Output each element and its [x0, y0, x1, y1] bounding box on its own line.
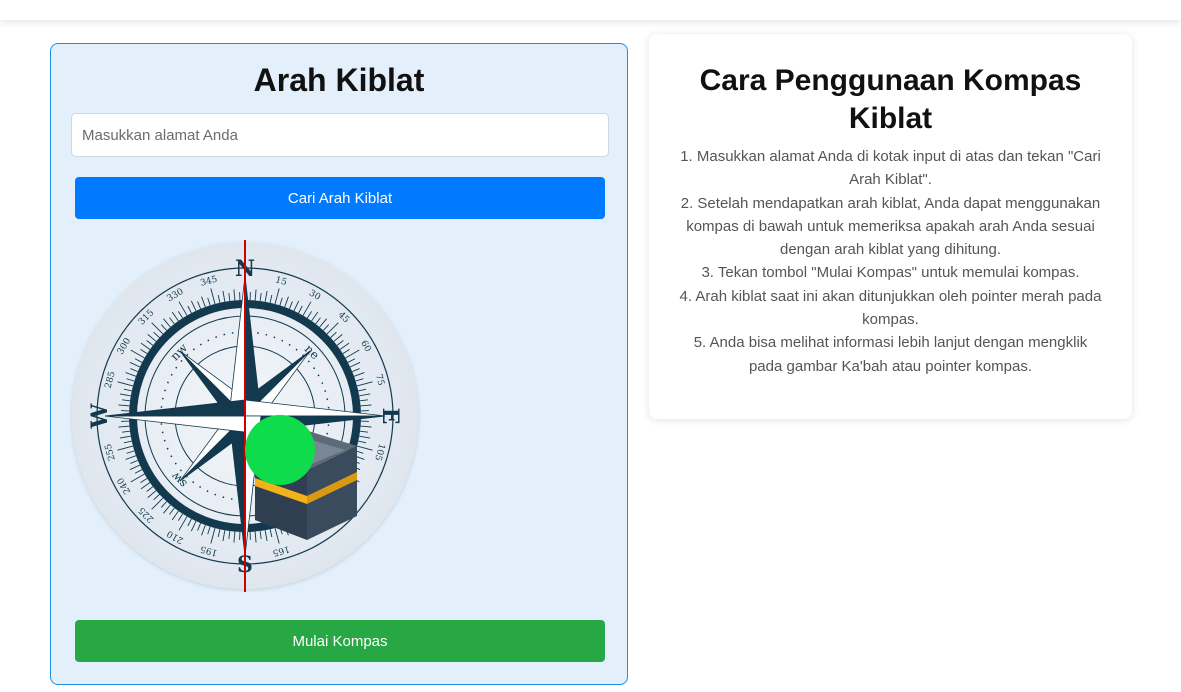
qibla-title: Arah Kiblat	[253, 62, 425, 98]
compass-svg: 1530456075105165195210225240255285300315…	[72, 240, 418, 592]
instruction-step: 1. Masukkan alamat Anda di kotak input d…	[680, 148, 1101, 189]
instruction-step: 4. Arah kiblat saat ini akan ditunjukkan…	[679, 287, 1102, 329]
cardinal-w: W	[87, 403, 113, 429]
compass[interactable]: 15 30 45 60 75 105 165 195 210 225 240 255 285 300 315…	[69, 240, 421, 592]
cardinal-e: E	[377, 408, 403, 425]
qibla-marker[interactable]	[245, 415, 315, 485]
top-bar	[0, 0, 1181, 20]
qibla-panel: Arah Kiblat Cari Arah Kiblat 15304560751…	[50, 43, 628, 685]
start-compass-button[interactable]: Mulai Kompas	[75, 620, 605, 662]
address-input[interactable]	[71, 113, 609, 157]
search-qibla-button[interactable]: Cari Arah Kiblat	[75, 177, 605, 219]
instructions-panel: Cara Penggunaan Kompas Kiblat 1. Masukka…	[649, 34, 1132, 419]
instruction-step: 5. Anda bisa melihat informasi lebih lan…	[693, 334, 1088, 375]
instructions-title: Cara Penggunaan Kompas Kiblat	[699, 64, 1082, 135]
instructions-list: 1. Masukkan alamat Anda di kotak input d…	[679, 145, 1102, 378]
instruction-step: 2. Setelah mendapatkan arah kiblat, Anda…	[680, 194, 1101, 259]
instruction-step: 3. Tekan tombol "Mulai Kompas" untuk mem…	[701, 264, 1080, 282]
